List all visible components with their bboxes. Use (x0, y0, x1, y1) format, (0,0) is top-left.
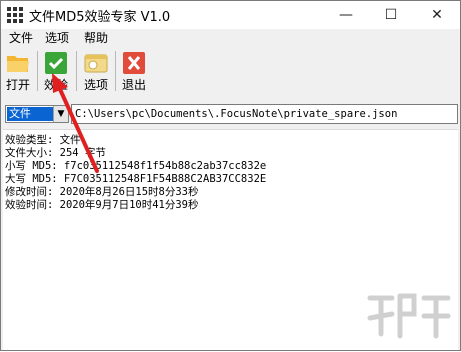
chevron-down-icon[interactable]: ▼ (53, 106, 68, 122)
app-grid-icon (7, 7, 23, 23)
watermark-logo (367, 293, 451, 339)
type-select[interactable]: 文件 ▼ (5, 105, 69, 123)
window-title: 文件MD5效验专家 V1.0 (29, 10, 171, 25)
maximize-button[interactable]: ☐ (369, 1, 413, 29)
checkmark-icon (45, 52, 67, 74)
result-verified-line: 效验时间: 2020年9月7日10时41分39秒 (5, 199, 199, 211)
menu-options[interactable]: 选项 (45, 29, 69, 47)
toolbar: 打开 效验 选项 退出 (1, 47, 460, 95)
open-button[interactable]: 打开 (1, 49, 35, 93)
toolbar-divider (76, 51, 77, 91)
minimize-button[interactable]: — (324, 1, 368, 29)
menu-bar: 文件 选项 帮助 (1, 29, 460, 47)
options-panel-icon (84, 54, 108, 73)
toolbar-divider (37, 51, 38, 91)
folder-icon (7, 56, 29, 72)
open-label: 打开 (5, 78, 30, 92)
exit-label: 退出 (121, 78, 146, 92)
verify-button[interactable]: 效验 (39, 49, 73, 93)
close-button[interactable]: ✕ (415, 1, 459, 29)
options-button[interactable]: 选项 (79, 49, 113, 93)
options-label: 选项 (83, 78, 108, 92)
verify-label: 效验 (43, 78, 68, 92)
exit-button[interactable]: 退出 (117, 49, 151, 93)
title-bar: 文件MD5效验专家 V1.0 — ☐ ✕ (1, 1, 460, 29)
menu-help[interactable]: 帮助 (84, 29, 108, 47)
menu-file[interactable]: 文件 (9, 29, 33, 47)
app-window: 文件MD5效验专家 V1.0 — ☐ ✕ 文件 选项 帮助 打开 效验 选项 退… (0, 0, 461, 351)
path-field[interactable]: C:\Users\pc\Documents\.FocusNote\private… (71, 104, 458, 124)
exit-x-icon (123, 52, 145, 74)
type-select-value: 文件 (7, 107, 53, 121)
toolbar-divider (115, 51, 116, 91)
